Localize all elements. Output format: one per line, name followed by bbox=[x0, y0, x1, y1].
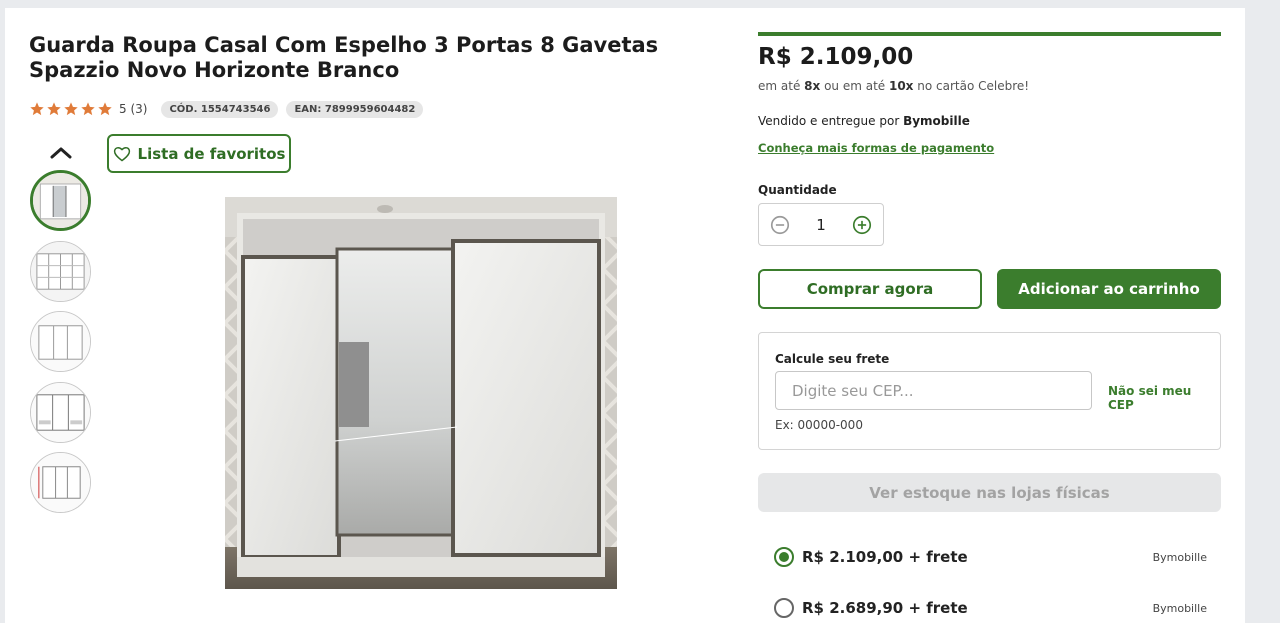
product-meta: 5 (3) CÓD. 1554743546 EAN: 7899959604482 bbox=[29, 99, 424, 119]
price-accent-bar bbox=[758, 32, 1221, 36]
star-icon bbox=[47, 102, 61, 116]
offer-option-2[interactable]: R$ 2.689,90 + frete Bymobille bbox=[774, 596, 1207, 620]
thumbnail-1[interactable] bbox=[30, 170, 91, 231]
radio-selected[interactable] bbox=[774, 547, 794, 567]
wardrobe-thumbnail-icon bbox=[33, 173, 88, 228]
wardrobe-closed-icon bbox=[31, 312, 90, 371]
store-stock-button[interactable]: Ver estoque nas lojas físicas bbox=[758, 473, 1221, 512]
shipping-calculator: Calcule seu frete Não sei meu CEP Ex: 00… bbox=[758, 332, 1221, 450]
rating-stars[interactable] bbox=[29, 101, 113, 117]
shipping-title: Calcule seu frete bbox=[775, 352, 890, 366]
product-main-image[interactable] bbox=[225, 197, 617, 589]
rating-count[interactable]: 5 (3) bbox=[119, 102, 147, 116]
product-title: Guarda Roupa Casal Com Espelho 3 Portas … bbox=[29, 33, 659, 82]
seller-info: Vendido e entregue por Bymobille bbox=[758, 114, 970, 128]
product-page: Guarda Roupa Casal Com Espelho 3 Portas … bbox=[5, 8, 1245, 623]
wardrobe-diagram-icon bbox=[31, 383, 90, 442]
add-to-cart-button[interactable]: Adicionar ao carrinho bbox=[997, 269, 1221, 309]
cep-example: Ex: 00000-000 bbox=[775, 418, 863, 432]
no-cep-link[interactable]: Não sei meu CEP bbox=[1108, 384, 1220, 412]
favorites-button[interactable]: Lista de favoritos bbox=[107, 134, 291, 173]
cep-input[interactable] bbox=[775, 371, 1092, 410]
star-icon bbox=[98, 102, 112, 116]
payment-options-link[interactable]: Conheça mais formas de pagamento bbox=[758, 141, 994, 155]
offer-option-1[interactable]: R$ 2.109,00 + frete Bymobille bbox=[774, 545, 1207, 569]
thumbnail-2[interactable] bbox=[30, 241, 91, 302]
installments-text: em até 8x ou em até 10x no cartão Celebr… bbox=[758, 79, 1030, 93]
thumbnail-5[interactable] bbox=[30, 452, 91, 513]
star-icon bbox=[81, 102, 95, 116]
quantity-label: Quantidade bbox=[758, 183, 837, 197]
star-icon bbox=[64, 102, 78, 116]
plus-circle-icon[interactable] bbox=[851, 214, 873, 236]
offer-seller: Bymobille bbox=[1152, 601, 1207, 615]
quantity-stepper bbox=[758, 203, 884, 246]
radio-unselected[interactable] bbox=[774, 598, 794, 618]
chevron-up-icon[interactable] bbox=[49, 143, 73, 161]
offer-price: R$ 2.689,90 + frete bbox=[802, 599, 968, 617]
quantity-input[interactable] bbox=[801, 215, 841, 234]
buy-now-button[interactable]: Comprar agora bbox=[758, 269, 982, 309]
seller-name: Bymobille bbox=[903, 114, 970, 128]
minus-circle-icon[interactable] bbox=[769, 214, 791, 236]
star-icon bbox=[30, 102, 44, 116]
offer-price: R$ 2.109,00 + frete bbox=[802, 548, 968, 566]
wardrobe-measurements-icon bbox=[31, 453, 90, 512]
wardrobe-open-icon bbox=[31, 242, 90, 301]
wardrobe-photo bbox=[225, 197, 617, 589]
favorites-label: Lista de favoritos bbox=[137, 144, 286, 163]
thumbnail-3[interactable] bbox=[30, 311, 91, 372]
product-code-badge: CÓD. 1554743546 bbox=[161, 100, 279, 118]
offer-seller: Bymobille bbox=[1152, 550, 1207, 564]
product-price: R$ 2.109,00 bbox=[758, 44, 914, 70]
thumbnail-4[interactable] bbox=[30, 382, 91, 443]
ean-badge: EAN: 7899959604482 bbox=[286, 100, 424, 118]
heart-icon bbox=[113, 146, 130, 161]
